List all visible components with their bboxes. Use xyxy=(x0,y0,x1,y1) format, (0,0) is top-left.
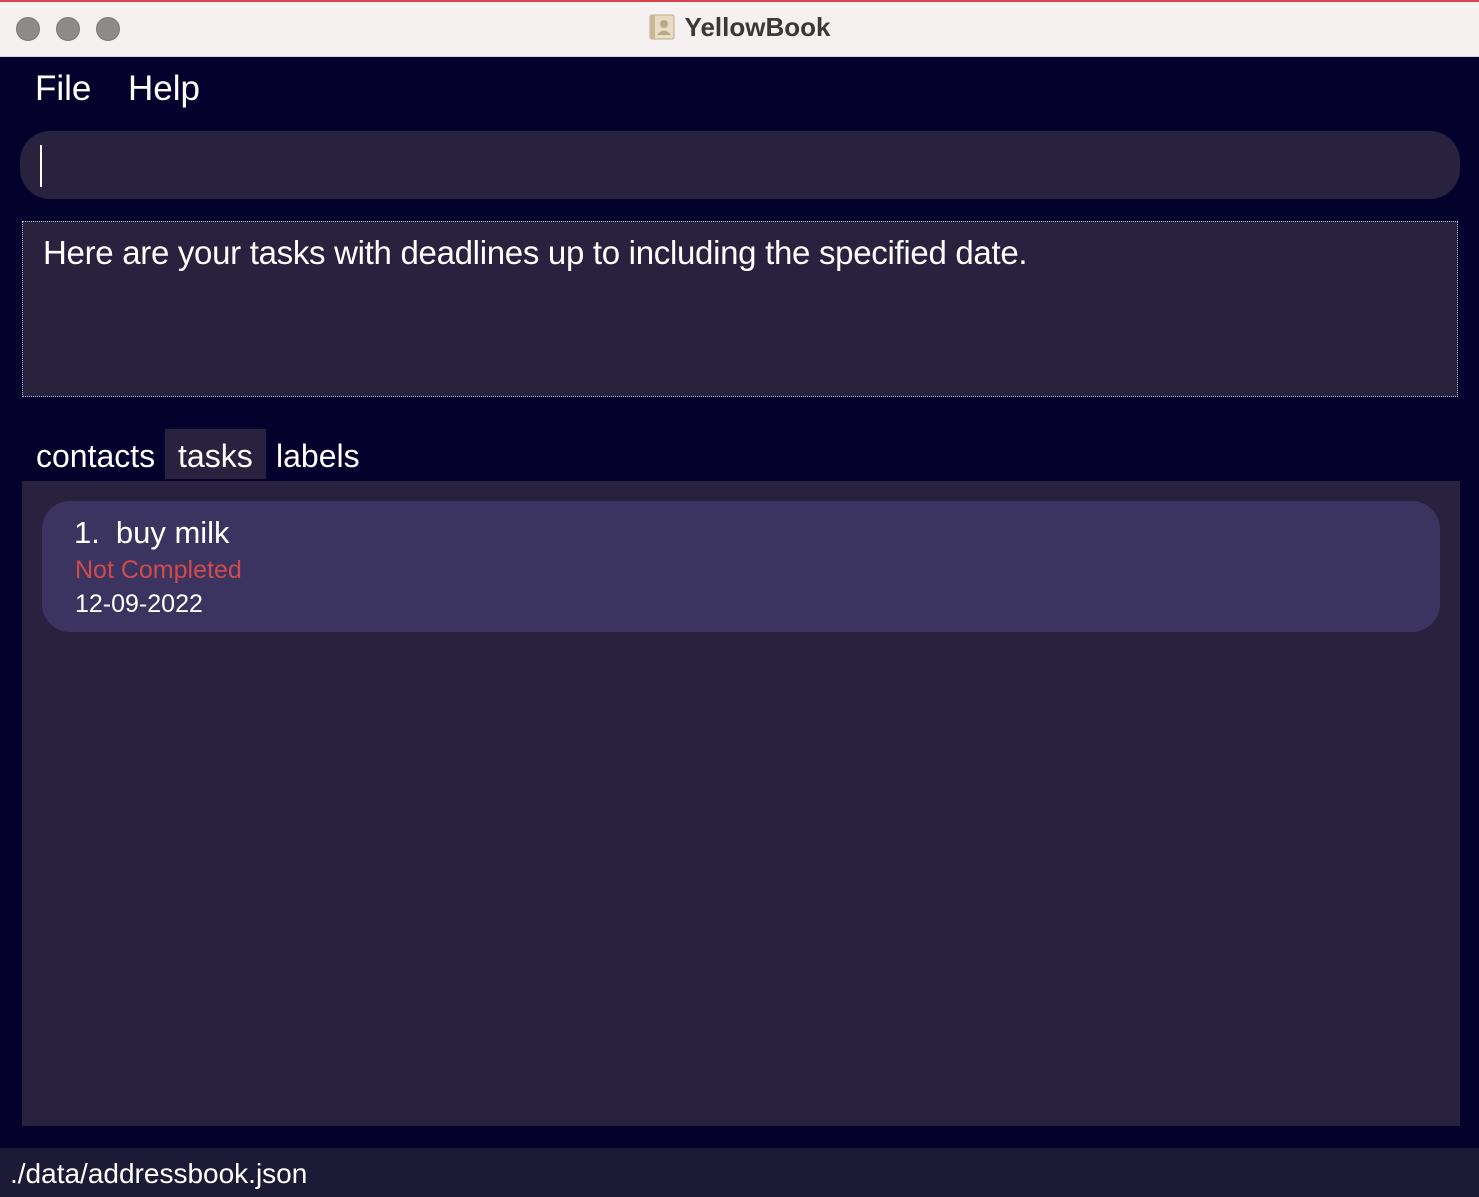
titlebar-edge xyxy=(0,0,1479,2)
status-bar: ./data/addressbook.json xyxy=(0,1148,1479,1197)
tab-contacts[interactable]: contacts xyxy=(23,429,168,479)
task-title-row: 1. buy milk xyxy=(74,515,230,551)
address-book-icon xyxy=(649,14,675,40)
result-message: Here are your tasks with deadlines up to… xyxy=(43,234,1028,271)
window-title-text: YellowBook xyxy=(684,12,831,42)
save-file-path: ./data/addressbook.json xyxy=(10,1158,308,1189)
command-input[interactable] xyxy=(20,131,1460,199)
window-title: YellowBook xyxy=(0,12,1479,43)
task-list[interactable]: 1. buy milk Not Completed 12-09-2022 xyxy=(22,481,1460,1126)
task-card[interactable]: 1. buy milk Not Completed 12-09-2022 xyxy=(42,501,1440,632)
result-display[interactable]: Here are your tasks with deadlines up to… xyxy=(22,221,1458,397)
task-title: buy milk xyxy=(115,515,230,550)
tab-labels[interactable]: labels xyxy=(263,429,373,479)
task-deadline: 12-09-2022 xyxy=(75,590,203,618)
task-status: Not Completed xyxy=(75,556,242,584)
menu-file[interactable]: File xyxy=(35,69,91,109)
tab-tasks[interactable]: tasks xyxy=(165,429,266,479)
task-index: 1. xyxy=(74,515,100,550)
menu-bar: File Help xyxy=(0,57,1479,127)
window-titlebar: YellowBook xyxy=(0,0,1479,57)
text-cursor xyxy=(40,145,42,187)
menu-help[interactable]: Help xyxy=(128,69,200,109)
